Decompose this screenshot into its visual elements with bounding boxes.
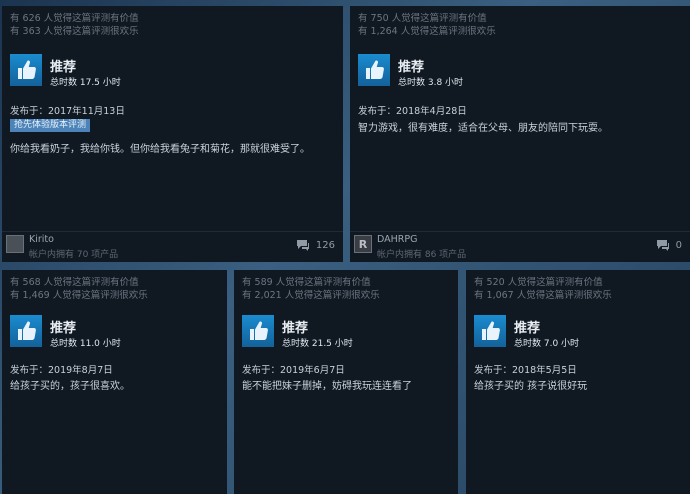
products-owned: 帐户内拥有 86 项产品	[377, 250, 467, 260]
products-owned: 帐户内拥有 70 项产品	[29, 250, 119, 260]
comments-button[interactable]: 0	[656, 239, 682, 251]
funny-count: 有 1,067 人觉得这篇评测很欢乐	[474, 290, 612, 301]
hours-played: 总时数 21.5 小时	[282, 339, 353, 349]
comments-button[interactable]: 126	[296, 239, 335, 251]
posted-date: 发布于：2019年6月7日	[242, 365, 345, 376]
thumbs-up-icon	[242, 315, 274, 347]
helpful-counts: 有 626 人觉得这篇评测有价值 有 363 人觉得这篇评测很欢乐	[10, 12, 139, 38]
helpful-counts: 有 750 人觉得这篇评测有价值 有 1,264 人觉得这篇评测很欢乐	[358, 12, 496, 38]
posted-date: 发布于：2018年4月28日	[358, 106, 467, 117]
helpful-counts: 有 568 人觉得这篇评测有价值 有 1,469 人觉得这篇评测很欢乐	[10, 276, 148, 302]
hours-played: 总时数 3.8 小时	[398, 78, 464, 88]
avatar[interactable]	[6, 235, 24, 253]
review-text: 给孩子买的 孩子说很好玩	[474, 381, 588, 392]
author-name[interactable]: Kirito	[29, 234, 54, 245]
helpful-count: 有 626 人觉得这篇评测有价值	[10, 13, 139, 24]
review-footer: R DAHRPG 帐户内拥有 86 项产品 0	[350, 232, 690, 262]
funny-count: 有 1,264 人觉得这篇评测很欢乐	[358, 26, 496, 37]
thumbs-up-icon	[358, 54, 390, 86]
thumbs-up-icon	[10, 315, 42, 347]
hours-played: 总时数 11.0 小时	[50, 339, 121, 349]
recommendation-label[interactable]: 推荐	[282, 317, 308, 336]
hours-played: 总时数 17.5 小时	[50, 78, 121, 88]
posted-date: 发布于：2017年11月13日	[10, 106, 125, 117]
review-text: 智力游戏，很有难度，适合在父母、朋友的陪同下玩耍。	[358, 123, 608, 134]
recommendation-label[interactable]: 推荐	[398, 56, 424, 75]
comment-icon	[296, 240, 309, 251]
helpful-counts: 有 520 人觉得这篇评测有价值 有 1,067 人觉得这篇评测很欢乐	[474, 276, 612, 302]
review-text: 你给我看奶子，我给你钱。但你给我看兔子和菊花，那就很难受了。	[10, 144, 310, 155]
review-text: 给孩子买的，孩子很喜欢。	[10, 381, 130, 392]
review-card: 有 626 人觉得这篇评测有价值 有 363 人觉得这篇评测很欢乐 推荐 总时数…	[2, 6, 343, 262]
comment-count: 0	[675, 239, 682, 251]
recommendation-label[interactable]: 推荐	[50, 317, 76, 336]
review-card: 有 589 人觉得这篇评测有价值 有 2,021 人觉得这篇评测很欢乐 推荐 总…	[234, 270, 458, 494]
early-access-badge: 抢先体验版本评测	[10, 119, 91, 132]
comment-icon	[656, 240, 669, 251]
review-card: 有 568 人觉得这篇评测有价值 有 1,469 人觉得这篇评测很欢乐 推荐 总…	[2, 270, 227, 494]
posted-date: 发布于：2018年5月5日	[474, 365, 577, 376]
recommendation-label[interactable]: 推荐	[514, 317, 540, 336]
helpful-count: 有 520 人觉得这篇评测有价值	[474, 277, 603, 288]
helpful-count: 有 568 人觉得这篇评测有价值	[10, 277, 139, 288]
review-card: 有 520 人觉得这篇评测有价值 有 1,067 人觉得这篇评测很欢乐 推荐 总…	[466, 270, 690, 494]
funny-count: 有 2,021 人觉得这篇评测很欢乐	[242, 290, 380, 301]
helpful-counts: 有 589 人觉得这篇评测有价值 有 2,021 人觉得这篇评测很欢乐	[242, 276, 380, 302]
thumbs-up-icon	[10, 54, 42, 86]
comment-count: 126	[315, 239, 335, 251]
author-name[interactable]: DAHRPG	[377, 234, 417, 245]
review-text: 能不能把妹子删掉，妨碍我玩连连看了	[242, 381, 412, 392]
review-footer: Kirito 帐户内拥有 70 项产品 126	[2, 232, 343, 262]
funny-count: 有 363 人觉得这篇评测很欢乐	[10, 26, 139, 37]
recommendation-label[interactable]: 推荐	[50, 56, 76, 75]
review-card: 有 750 人觉得这篇评测有价值 有 1,264 人觉得这篇评测很欢乐 推荐 总…	[350, 6, 690, 262]
thumbs-up-icon	[474, 315, 506, 347]
hours-played: 总时数 7.0 小时	[514, 339, 580, 349]
posted-date: 发布于：2019年8月7日	[10, 365, 113, 376]
avatar[interactable]: R	[354, 235, 372, 253]
funny-count: 有 1,469 人觉得这篇评测很欢乐	[10, 290, 148, 301]
helpful-count: 有 750 人觉得这篇评测有价值	[358, 13, 487, 24]
helpful-count: 有 589 人觉得这篇评测有价值	[242, 277, 371, 288]
